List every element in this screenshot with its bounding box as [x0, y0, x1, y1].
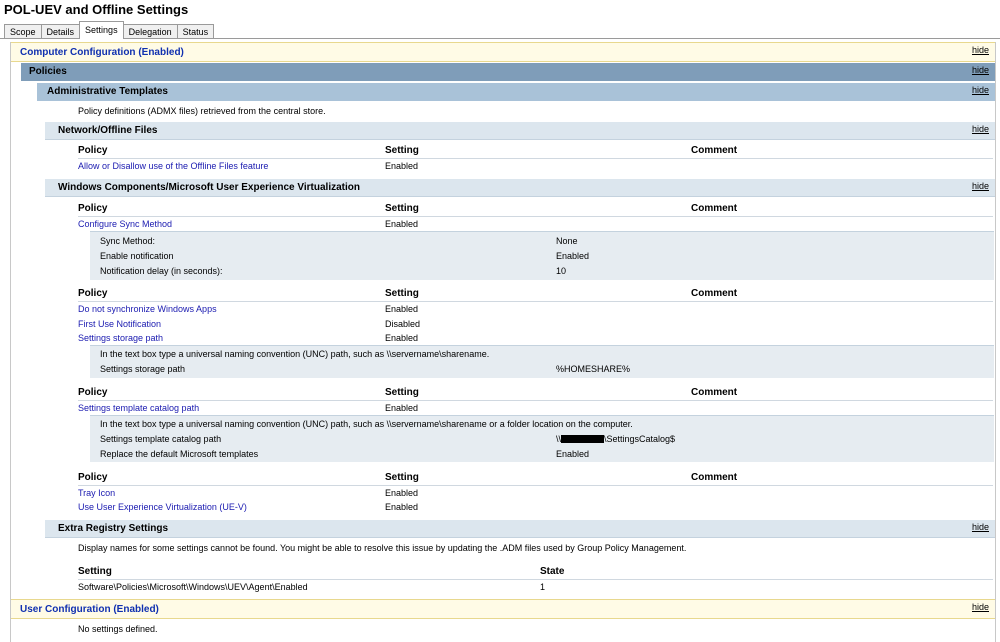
- extra-registry-header[interactable]: Extra Registry Settings hide: [45, 520, 995, 538]
- policy-link-use-uev[interactable]: Use User Experience Virtualization (UE-V…: [78, 502, 247, 512]
- row-divider: [78, 485, 993, 486]
- policy-setting: Disabled: [385, 319, 421, 329]
- policy-link-configure-sync[interactable]: Configure Sync Method: [78, 219, 172, 229]
- col-header-policy: Policy: [78, 145, 108, 156]
- policy-setting: Enabled: [385, 304, 419, 314]
- col-header-setting: Setting: [385, 387, 419, 398]
- storage-path-details: In the text box type a universal naming …: [90, 345, 994, 378]
- tab-delegation[interactable]: Delegation: [122, 24, 178, 39]
- user-config-title: User Configuration (Enabled): [20, 604, 159, 615]
- extra-registry-note: Display names for some settings cannot b…: [78, 543, 687, 553]
- computer-config-title: Computer Configuration (Enabled): [20, 47, 184, 58]
- policy-link-tray-icon[interactable]: Tray Icon: [78, 488, 115, 498]
- col-header-state: State: [540, 566, 565, 577]
- detail-value: Enabled: [556, 449, 590, 459]
- registry-setting-path: Software\Policies\Microsoft\Windows\UEV\…: [78, 582, 308, 592]
- detail-value: 10: [556, 266, 567, 276]
- template-catalog-details: In the text box type a universal naming …: [90, 415, 994, 462]
- detail-label: Settings storage path: [100, 364, 186, 374]
- col-header-comment: Comment: [691, 387, 738, 398]
- settings-report: Computer Configuration (Enabled) hide Po…: [10, 42, 996, 642]
- uev-header[interactable]: Windows Components/Microsoft User Experi…: [45, 179, 995, 197]
- col-header-setting: Setting: [385, 145, 419, 156]
- user-config-header[interactable]: User Configuration (Enabled) hide: [11, 599, 995, 619]
- user-config-note: No settings defined.: [78, 624, 158, 634]
- hide-user-config-link[interactable]: hide: [972, 602, 989, 612]
- policy-setting: Enabled: [385, 333, 419, 343]
- hide-network-offline-link[interactable]: hide: [972, 124, 989, 134]
- detail-label: Settings template catalog path: [100, 434, 222, 444]
- policies-title: Policies: [29, 66, 67, 77]
- tab-status[interactable]: Status: [176, 24, 215, 39]
- col-header-policy: Policy: [78, 387, 108, 398]
- detail-note: In the text box type a universal naming …: [100, 349, 490, 359]
- policy-setting: Enabled: [385, 403, 419, 413]
- detail-note: In the text box type a universal naming …: [100, 419, 633, 429]
- row-divider: [78, 579, 993, 580]
- tab-scope[interactable]: Scope: [4, 24, 42, 39]
- hide-computer-config-link[interactable]: hide: [972, 45, 989, 55]
- detail-label: Notification delay (in seconds):: [100, 266, 223, 276]
- col-header-comment: Comment: [691, 472, 738, 483]
- policy-link-offline-files[interactable]: Allow or Disallow use of the Offline Fil…: [78, 161, 268, 171]
- col-header-comment: Comment: [691, 288, 738, 299]
- row-divider: [78, 400, 993, 401]
- col-header-comment: Comment: [691, 145, 738, 156]
- detail-label: Enable notification: [100, 251, 174, 261]
- hide-uev-link[interactable]: hide: [972, 181, 989, 191]
- policy-link-windows-apps[interactable]: Do not synchronize Windows Apps: [78, 304, 217, 314]
- policy-setting: Enabled: [385, 161, 419, 171]
- admin-templates-note: Policy definitions (ADMX files) retrieve…: [78, 106, 326, 116]
- col-header-setting: Setting: [385, 203, 419, 214]
- network-offline-title: Network/Offline Files: [58, 125, 158, 136]
- tab-settings[interactable]: Settings: [79, 21, 124, 39]
- policy-setting: Enabled: [385, 488, 419, 498]
- network-offline-header[interactable]: Network/Offline Files hide: [45, 122, 995, 140]
- admin-templates-title: Administrative Templates: [47, 86, 168, 97]
- detail-label: Sync Method:: [100, 236, 156, 246]
- sync-method-details: Sync Method: None Enable notification En…: [90, 231, 994, 280]
- col-header-setting: Setting: [385, 288, 419, 299]
- col-header-setting: Setting: [385, 472, 419, 483]
- detail-value: %HOMESHARE%: [556, 364, 631, 374]
- col-header-policy: Policy: [78, 472, 108, 483]
- col-header-setting: Setting: [78, 566, 112, 577]
- redacted-server-name: [561, 435, 605, 443]
- policy-setting: Enabled: [385, 219, 419, 229]
- window-title: POL-UEV and Offline Settings: [4, 2, 189, 17]
- computer-config-header[interactable]: Computer Configuration (Enabled) hide: [11, 42, 995, 62]
- tab-details[interactable]: Details: [40, 24, 81, 39]
- policy-link-template-catalog[interactable]: Settings template catalog path: [78, 403, 199, 413]
- row-divider: [78, 216, 993, 217]
- detail-value: None: [556, 236, 578, 246]
- detail-value: \\ \SettingsCatalog$: [556, 434, 675, 444]
- policy-link-first-use[interactable]: First Use Notification: [78, 319, 161, 329]
- uev-title: Windows Components/Microsoft User Experi…: [58, 182, 360, 193]
- policies-header[interactable]: Policies hide: [21, 63, 995, 81]
- col-header-policy: Policy: [78, 203, 108, 214]
- row-divider: [78, 158, 993, 159]
- admin-templates-header[interactable]: Administrative Templates hide: [37, 83, 995, 101]
- col-header-comment: Comment: [691, 203, 738, 214]
- policy-link-storage-path[interactable]: Settings storage path: [78, 333, 163, 343]
- col-header-policy: Policy: [78, 288, 108, 299]
- extra-registry-title: Extra Registry Settings: [58, 523, 169, 534]
- hide-policies-link[interactable]: hide: [972, 65, 989, 75]
- policy-setting: Enabled: [385, 502, 419, 512]
- hide-extra-registry-link[interactable]: hide: [972, 522, 989, 532]
- tab-divider: [0, 38, 1000, 39]
- detail-value: Enabled: [556, 251, 590, 261]
- unc-suffix: \SettingsCatalog$: [604, 434, 676, 444]
- detail-label: Replace the default Microsoft templates: [100, 449, 259, 459]
- row-divider: [78, 301, 993, 302]
- registry-state-value: 1: [540, 582, 546, 592]
- tab-strip: Scope Details Settings Delegation Status: [4, 21, 215, 39]
- hide-admin-templates-link[interactable]: hide: [972, 85, 989, 95]
